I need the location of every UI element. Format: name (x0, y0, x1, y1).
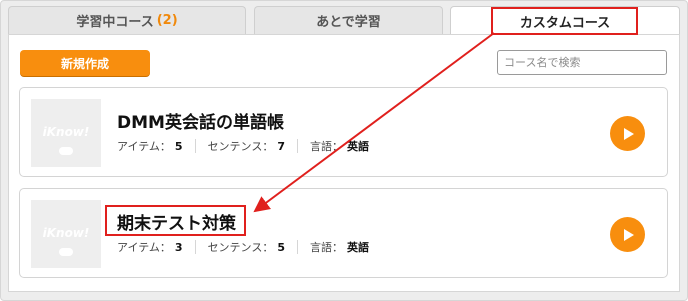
annotation-arrow (253, 32, 495, 213)
